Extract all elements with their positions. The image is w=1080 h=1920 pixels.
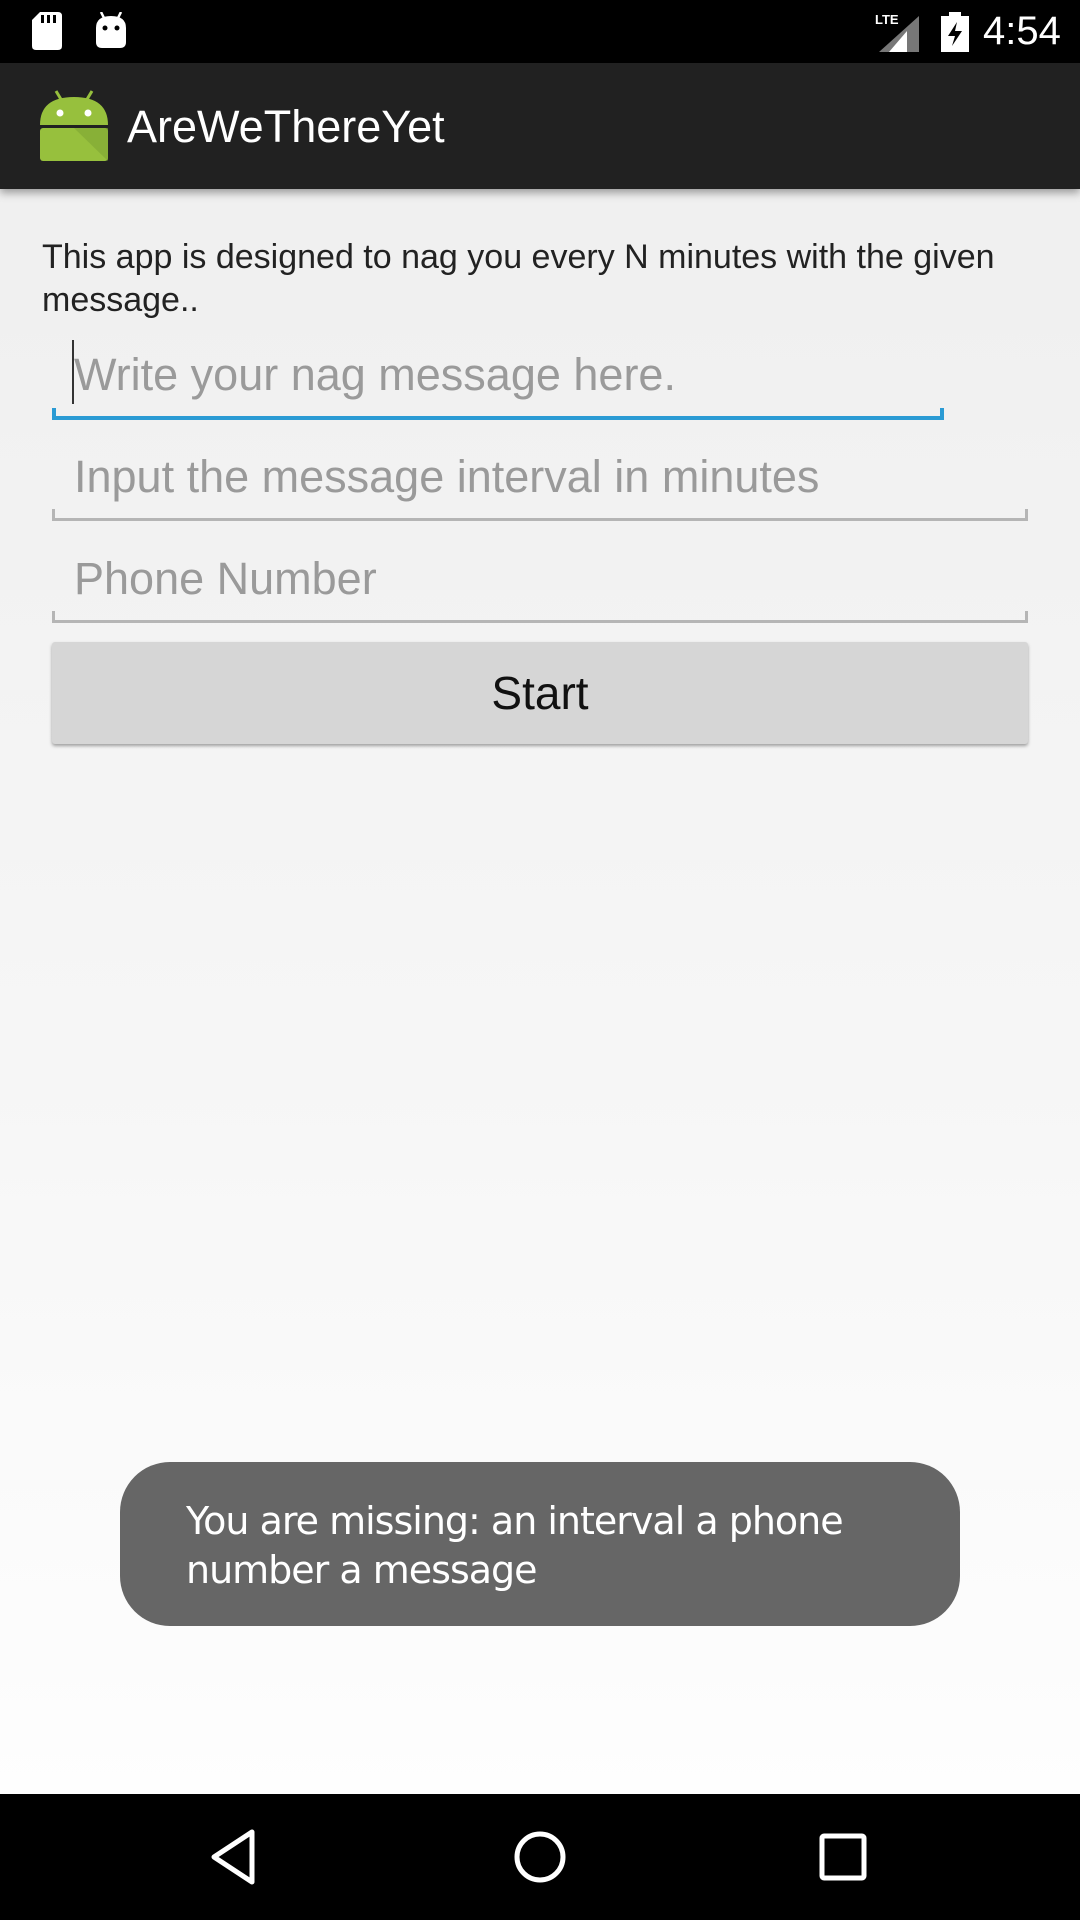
status-clock: 4:54 xyxy=(983,9,1061,53)
sd-card-icon xyxy=(32,12,62,50)
navigation-bar xyxy=(0,1794,1080,1920)
action-bar: AreWeThereYet xyxy=(0,63,1080,189)
battery-icon xyxy=(941,12,969,52)
start-button[interactable]: Start xyxy=(52,642,1028,744)
screen: LTE 4:54 AreWeThereYet This app is desig… xyxy=(0,0,1080,1920)
nag-message-placeholder: Write your nag message here. xyxy=(74,349,676,400)
android-app-icon xyxy=(40,90,108,161)
field-right-edge xyxy=(1025,611,1028,623)
toast-message: You are missing: an interval a phone num… xyxy=(186,1499,844,1592)
interval-placeholder: Input the message interval in minutes xyxy=(74,451,820,502)
field-right-edge xyxy=(940,408,944,420)
toast: You are missing: an interval a phone num… xyxy=(120,1462,960,1626)
back-icon[interactable] xyxy=(200,1822,270,1892)
phone-number-field[interactable]: Phone Number xyxy=(52,538,1028,623)
field-left-edge xyxy=(52,509,55,521)
field-right-edge xyxy=(1025,509,1028,521)
status-bar: LTE 4:54 xyxy=(0,0,1080,63)
field-left-edge xyxy=(52,611,55,623)
app-title: AreWeThereYet xyxy=(127,101,445,152)
android-icon xyxy=(96,12,126,48)
recents-icon[interactable] xyxy=(808,1822,878,1892)
phone-number-placeholder: Phone Number xyxy=(74,553,377,604)
field-left-edge xyxy=(52,408,56,420)
signal-icon: LTE xyxy=(875,12,919,52)
interval-field[interactable]: Input the message interval in minutes xyxy=(52,436,1028,521)
nag-message-field[interactable]: Write your nag message here. xyxy=(52,334,944,420)
home-icon[interactable] xyxy=(505,1822,575,1892)
svg-text:LTE: LTE xyxy=(875,12,899,27)
app-description: This app is designed to nag you every N … xyxy=(42,238,995,319)
